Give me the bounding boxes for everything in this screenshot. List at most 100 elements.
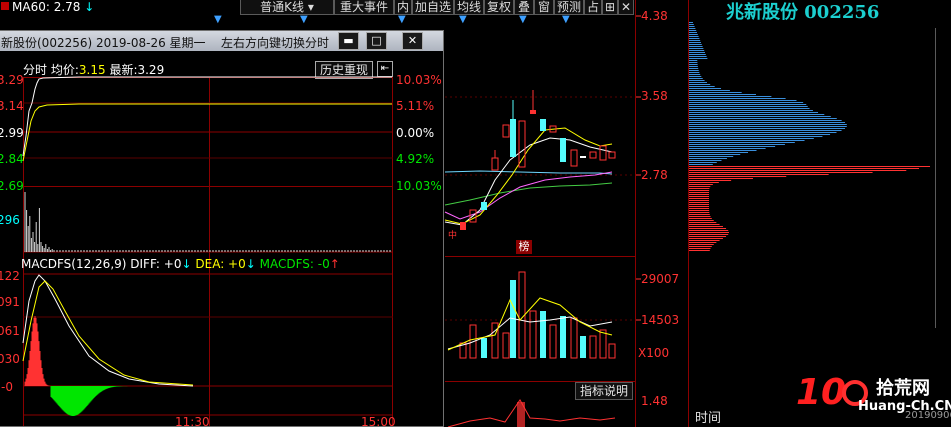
chip-bar (689, 56, 707, 57)
chip-bar (689, 100, 797, 101)
chip-bar (689, 242, 717, 243)
volume-left-label: 296 (0, 213, 20, 227)
chip-bar (689, 88, 722, 89)
chip-bar (689, 98, 786, 99)
price-left-label: 3.14 (0, 99, 24, 113)
chip-bar (689, 122, 846, 123)
chip-bar (689, 136, 823, 137)
macd-left-label: 061 (0, 324, 20, 338)
chip-bar (689, 244, 714, 245)
price-left-label: 2.69 (0, 179, 24, 193)
chip-bar (689, 132, 837, 133)
chip-bar (689, 126, 847, 127)
chip-bar (689, 184, 713, 185)
chip-bar (689, 26, 695, 27)
chip-bar (689, 120, 842, 121)
chip-bar (689, 34, 698, 35)
intraday-chart (22, 76, 393, 426)
chip-bar (689, 190, 710, 191)
arrow-down-icon: ↓ (181, 257, 192, 271)
chip-bar (689, 196, 710, 197)
chip-bar (689, 134, 831, 135)
chip-bar (689, 118, 837, 119)
intraday-popup[interactable]: 新股份(002256) 2019-08-26 星期一 左右方向键切换分时 ▬ □… (0, 30, 444, 427)
chip-bar (689, 142, 795, 143)
chip-bar (689, 68, 699, 69)
chip-bar (689, 58, 708, 59)
chip-bar (689, 130, 842, 131)
chip-bar (689, 236, 727, 237)
chip-bar (689, 114, 825, 115)
chip-bar (689, 212, 710, 213)
time-axis-label: 11:30 (175, 415, 210, 427)
chip-bar (689, 200, 710, 201)
chip-bar (689, 220, 714, 221)
chip-bar (689, 62, 698, 63)
chip-bar (689, 102, 804, 103)
chip-bar (689, 174, 829, 175)
chip-bar (689, 178, 754, 179)
chip-bar (689, 86, 715, 87)
chip-bar (689, 248, 711, 249)
chip-bar (689, 186, 711, 187)
chip-bar (689, 124, 847, 125)
chip-bar (689, 24, 694, 25)
chip-bar (689, 108, 810, 109)
chip-bar (689, 180, 732, 181)
chip-bar (689, 36, 699, 37)
chip-bar (689, 230, 729, 231)
macd-left-label: 091 (0, 295, 20, 309)
chip-bar (689, 232, 729, 233)
chip-bar (689, 48, 704, 49)
chip-bar (689, 140, 805, 141)
chip-bar (689, 164, 713, 165)
chip-bar (689, 28, 696, 29)
chip-bar (689, 168, 919, 169)
chip-bar (689, 192, 710, 193)
chip-bar (689, 194, 710, 195)
chip-bar (689, 76, 702, 77)
chip-bar (689, 148, 766, 149)
chip-bar (689, 138, 814, 139)
arrow-down-icon: ↓ (245, 257, 256, 271)
chip-bar (689, 210, 710, 211)
chip-bar (689, 52, 705, 53)
chip-bar (689, 146, 776, 147)
chip-bar (689, 154, 741, 155)
chip-bar (689, 78, 703, 79)
chip-bar (689, 224, 720, 225)
price-right-label: 0.00% (396, 126, 435, 140)
price-left-label: 3.29 (0, 73, 24, 87)
chip-bar (689, 152, 749, 153)
price-left-label: 2.99 (0, 126, 24, 140)
chip-bar (689, 160, 722, 161)
price-left-label: 2.84 (0, 152, 24, 166)
chip-bar (689, 240, 720, 241)
chip-bar (689, 206, 710, 207)
chip-bar (689, 82, 707, 83)
chip-bar (689, 96, 772, 97)
chip-bar (689, 228, 727, 229)
chip-bar (689, 250, 710, 251)
chip-bar (689, 128, 846, 129)
watermark-logo: 10 拾荒网 Huang-Ch.CN (796, 372, 951, 414)
chip-bar (689, 246, 712, 247)
chip-bar (689, 110, 813, 111)
chip-bar (689, 50, 705, 51)
chip-bar (689, 38, 700, 39)
chip-bar (689, 214, 710, 215)
time-axis-label: 15:00 (361, 415, 396, 427)
price-right-label: 10.03% (396, 179, 442, 193)
chip-bar (689, 162, 717, 163)
chip-bar (689, 150, 757, 151)
chip-bar (689, 60, 698, 61)
chip-bar (689, 208, 710, 209)
side-scrollbar[interactable] (935, 28, 950, 328)
chip-bar (689, 104, 807, 105)
chip-bar (689, 84, 711, 85)
chip-bar (689, 222, 717, 223)
price-right-label: 4.92% (396, 152, 435, 166)
macd-left-label: -0 (1, 380, 13, 394)
chip-bar (689, 218, 712, 219)
chip-bar (689, 90, 730, 91)
